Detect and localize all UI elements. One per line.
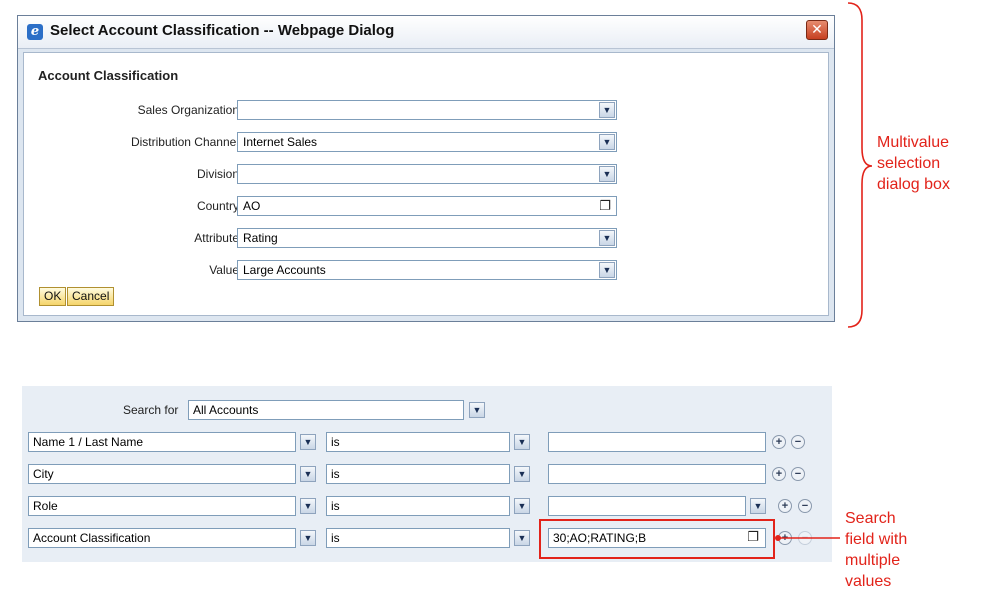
- search-annotation: Search field with multiple values: [845, 508, 907, 592]
- value-help-icon[interactable]: ❐: [597, 198, 613, 214]
- add-row-icon[interactable]: +: [772, 435, 786, 449]
- dialog-body: Account Classification Sales Organizatio…: [23, 52, 829, 316]
- chevron-down-icon[interactable]: ▼: [599, 134, 615, 150]
- chevron-down-icon[interactable]: ▼: [514, 530, 530, 546]
- annotation-line: field with: [845, 531, 908, 548]
- criteria-field-dropdown[interactable]: Name 1 / Last Name ▼: [28, 432, 316, 452]
- chevron-down-icon[interactable]: ▼: [514, 434, 530, 450]
- close-icon[interactable]: ✕: [806, 20, 828, 40]
- annotation-line: selection: [877, 155, 941, 172]
- remove-row-icon[interactable]: −: [798, 499, 812, 513]
- criteria-field-dropdown[interactable]: Role ▼: [28, 496, 316, 516]
- dialog-titlebar[interactable]: e Select Account Classification -- Webpa…: [18, 16, 834, 49]
- highlight-box: [539, 519, 775, 559]
- attribute-dropdown[interactable]: Rating ▼: [237, 228, 617, 248]
- chevron-down-icon[interactable]: ▼: [514, 466, 530, 482]
- criteria-field-dropdown[interactable]: Account Classification ▼: [28, 528, 316, 548]
- value-value: Large Accounts: [243, 263, 326, 277]
- cancel-button[interactable]: Cancel: [67, 287, 115, 306]
- annotation-line: Multivalue: [877, 134, 950, 151]
- criteria-field-value: Role: [33, 499, 58, 513]
- criteria-field-value: Name 1 / Last Name: [33, 435, 144, 449]
- attribute-label: Attribute: [194, 231, 239, 245]
- dialog-annotation: Multivalue selection dialog box: [877, 132, 950, 195]
- curly-brace: [847, 2, 873, 328]
- remove-row-icon[interactable]: −: [791, 435, 805, 449]
- chevron-down-icon[interactable]: ▼: [599, 102, 615, 118]
- chevron-down-icon[interactable]: ▼: [300, 434, 316, 450]
- operator-value: is: [331, 531, 340, 545]
- annotation-line: multiple: [845, 552, 901, 569]
- distribution-channel-dropdown[interactable]: Internet Sales ▼: [237, 132, 617, 152]
- chevron-down-icon[interactable]: ▼: [300, 530, 316, 546]
- operator-dropdown[interactable]: is ▼: [326, 528, 530, 548]
- country-input[interactable]: AO ❐: [237, 196, 617, 216]
- annotation-line: dialog box: [877, 176, 950, 193]
- chevron-down-icon[interactable]: ▼: [599, 166, 615, 182]
- chevron-down-icon[interactable]: ▼: [599, 262, 615, 278]
- callout-arrow: [775, 535, 840, 541]
- operator-dropdown[interactable]: is ▼: [326, 432, 530, 452]
- annotation-line: values: [845, 573, 892, 590]
- remove-row-icon[interactable]: −: [791, 467, 805, 481]
- distribution-channel-label: Distribution Channel: [130, 135, 239, 149]
- distribution-channel-value: Internet Sales: [243, 135, 318, 149]
- operator-value: is: [331, 435, 340, 449]
- criteria-value-input[interactable]: [548, 432, 766, 452]
- value-dropdown[interactable]: Large Accounts ▼: [237, 260, 617, 280]
- operator-dropdown[interactable]: is ▼: [326, 496, 530, 516]
- sales-organization-label: Sales Organization: [137, 103, 239, 117]
- annotation-line: Search: [845, 510, 896, 527]
- operator-dropdown[interactable]: is ▼: [326, 464, 530, 484]
- add-row-icon[interactable]: +: [772, 467, 786, 481]
- sales-organization-dropdown[interactable]: ▼: [237, 100, 617, 120]
- browser-icon: e: [27, 24, 43, 40]
- attribute-value: Rating: [243, 231, 278, 245]
- operator-value: is: [331, 467, 340, 481]
- dialog-title: Select Account Classification -- Webpage…: [50, 22, 395, 39]
- criteria-field-value: Account Classification: [33, 531, 151, 545]
- division-dropdown[interactable]: ▼: [237, 164, 617, 184]
- chevron-down-icon[interactable]: ▼: [599, 230, 615, 246]
- chevron-down-icon[interactable]: ▼: [300, 498, 316, 514]
- value-label: Value: [209, 263, 239, 277]
- section-title: Account Classification: [38, 68, 179, 83]
- search-for-label: Search for: [123, 403, 179, 417]
- criteria-value-input[interactable]: [548, 464, 766, 484]
- chevron-down-icon[interactable]: ▼: [300, 466, 316, 482]
- operator-value: is: [331, 499, 340, 513]
- country-value: AO: [243, 199, 261, 213]
- country-label: Country: [196, 199, 239, 213]
- search-for-dropdown[interactable]: All Accounts ▼: [188, 400, 485, 420]
- criteria-value-dropdown[interactable]: ▼: [548, 496, 766, 516]
- division-label: Division: [196, 167, 239, 181]
- criteria-field-value: City: [33, 467, 54, 481]
- search-for-value: All Accounts: [193, 403, 259, 417]
- ok-button[interactable]: OK: [39, 287, 67, 306]
- chevron-down-icon[interactable]: ▼: [750, 498, 766, 514]
- chevron-down-icon[interactable]: ▼: [514, 498, 530, 514]
- account-classification-dialog: e Select Account Classification -- Webpa…: [17, 15, 835, 322]
- chevron-down-icon[interactable]: ▼: [469, 402, 485, 418]
- criteria-field-dropdown[interactable]: City ▼: [28, 464, 316, 484]
- add-row-icon[interactable]: +: [778, 499, 792, 513]
